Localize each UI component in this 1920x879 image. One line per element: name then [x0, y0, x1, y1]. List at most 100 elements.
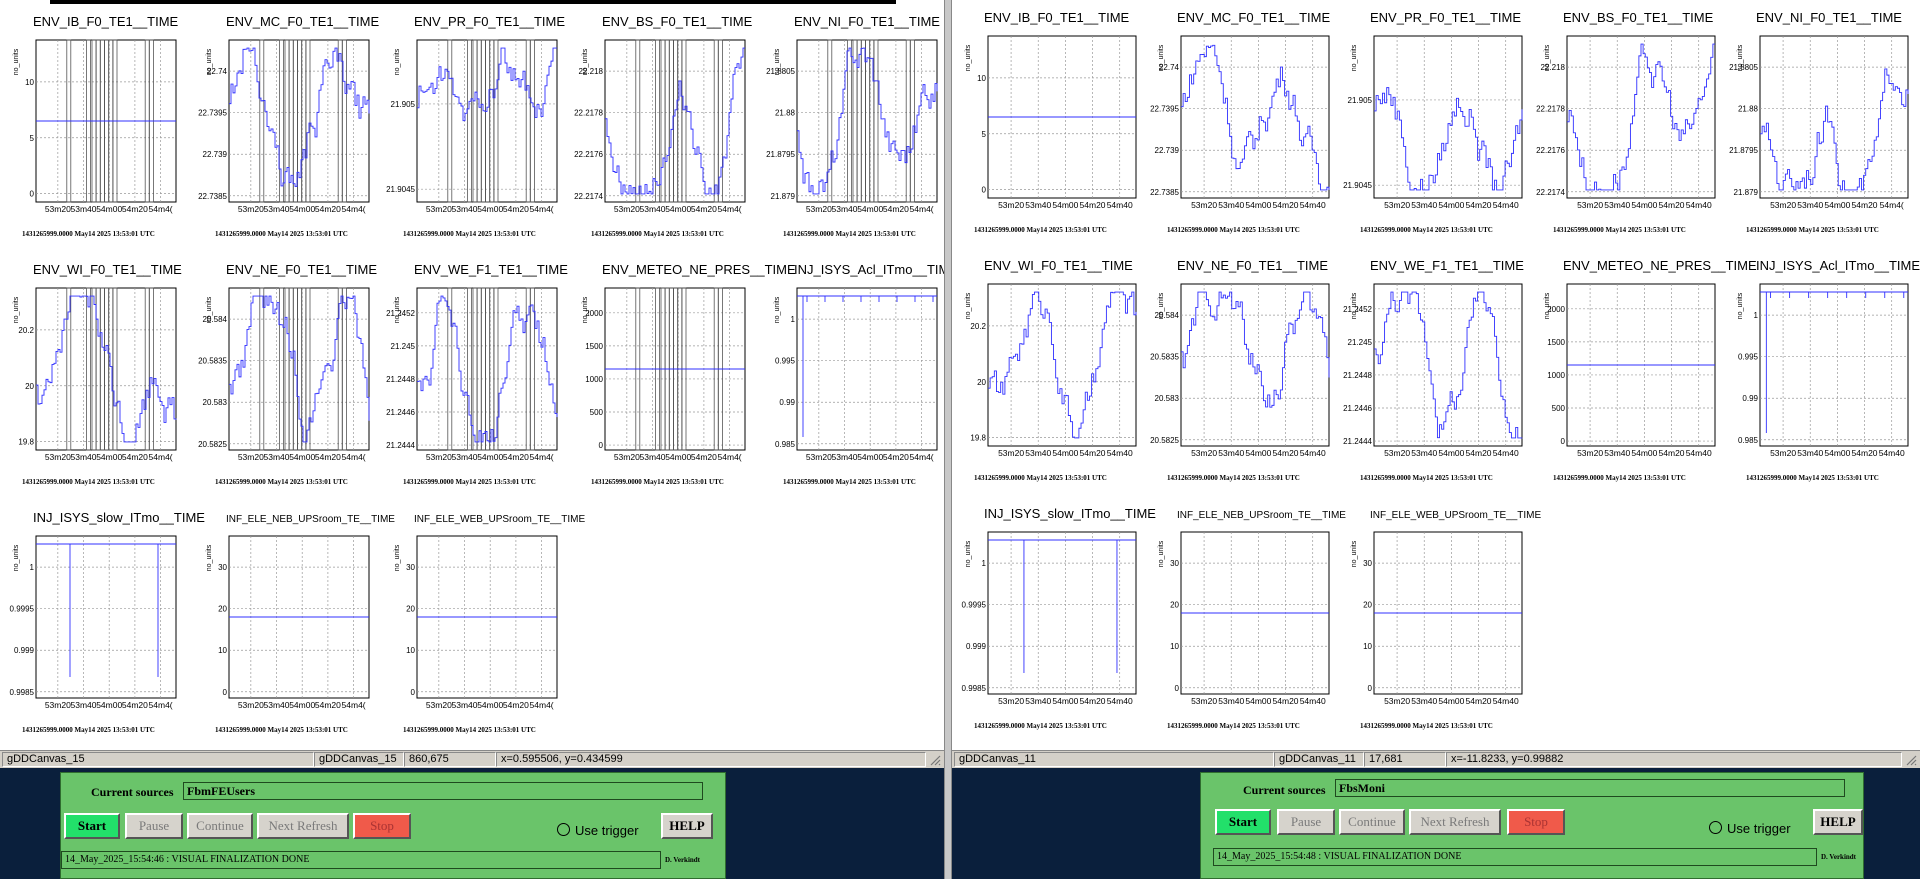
author-credit: D. Verkindt: [1821, 853, 1857, 861]
y-tick-label: 0.9985: [10, 688, 35, 697]
x-tick-label: 53m40: [1604, 200, 1630, 210]
y-tick-label: 20.5835: [1150, 353, 1179, 362]
plot-panel[interactable]: ENV_MC_F0_TE1__TIMEno_units22.738522.739…: [198, 14, 379, 238]
control-panel-right: Current sources FbsMoni Start Pause Cont…: [1200, 772, 1864, 879]
plot-canvas-left[interactable]: ENV_IB_F0_TE1__TIMEno_units051053m20 53m4…: [0, 0, 944, 750]
plot-title: INF_ELE_NEB_UPSroom_TE__TIME: [226, 514, 395, 525]
x-tick-label: 53m20: [426, 452, 452, 462]
plot-frame: [35, 287, 177, 451]
use-trigger-option[interactable]: Use trigger: [1709, 821, 1791, 836]
x-tick-label: 53m40: [1411, 448, 1437, 458]
help-button[interactable]: HELP: [661, 813, 713, 839]
plot-panel[interactable]: ENV_WE_F1_TE1__TIMEno_units21.244421.244…: [386, 262, 568, 486]
x-tick-label: 53m40: [1025, 200, 1051, 210]
plot-panel[interactable]: ENV_NI_F0_TE1__TIMEno_units21.87921.8795…: [766, 14, 940, 238]
pause-button[interactable]: Pause: [125, 813, 183, 839]
plot-panel[interactable]: ENV_METEO_NE_PRES__TIME no_units 0 500 1000 1…: [1544, 258, 1757, 482]
current-sources-field[interactable]: FbsMoni: [1335, 779, 1845, 797]
plot-panel[interactable]: INF_ELE_WEB_UPSroom_TE__TIME no_units 0 10 2…: [1351, 510, 1541, 730]
plot-panel[interactable]: INF_ELE_NEB_UPSroom_TE__TIME no_units 0 10 2…: [1158, 510, 1346, 730]
status-canvas-name-2: gDDCanvas_15: [314, 752, 404, 767]
use-trigger-option[interactable]: Use trigger: [557, 823, 639, 838]
timestamp-label: 1431265999.0000 May14 2025 13:53:01 UTC: [974, 474, 1107, 482]
plot-panel[interactable]: ENV_METEO_NE_PRES__TIME no_units 0 500 1000 1…: [582, 262, 796, 486]
plot-panel[interactable]: INJ_ISYS_Acl_ITmo__TIME no_units 0.985 0.99…: [774, 262, 944, 486]
x-tick-label: 53m40: [640, 452, 666, 462]
plot-panel[interactable]: ENV_NE_F0_TE1__TIMEno_units20.582520.583…: [198, 262, 377, 486]
plot-panel[interactable]: ENV_IB_F0_TE1__TIME no_units 0 5 10 53m20 53m4…: [13, 14, 179, 238]
x-tick-label: 54m00: [1052, 200, 1078, 210]
resize-grip-icon[interactable]: [1905, 754, 1917, 766]
x-tick-label: 54m4(: [530, 700, 554, 710]
plot-panel[interactable]: INF_ELE_WEB_UPSroom_TE__TIME no_units 0 10 2…: [394, 514, 585, 734]
timestamp-label: 1431265999.0000 May14 2025 13:53:01 UTC: [591, 478, 724, 486]
radio-icon[interactable]: [557, 823, 570, 836]
timestamp-label: 1431265999.0000 May14 2025 13:53:01 UTC: [783, 230, 916, 238]
plot-panel[interactable]: ENV_WI_F0_TE1__TIME no_units 19.8 20 20.2 53m…: [965, 258, 1137, 482]
x-tick-label: 54m4(: [342, 700, 366, 710]
pause-button[interactable]: Pause: [1277, 809, 1335, 835]
y-tick-label: 1: [791, 315, 796, 324]
y-tick-label: 21.8795: [766, 150, 795, 159]
plot-panel[interactable]: ENV_WI_F0_TE1__TIME no_units 19.8 20 20.2 53m…: [13, 262, 182, 486]
plot-panel[interactable]: ENV_WE_F1_TE1__TIMEno_units21.244421.244…: [1343, 258, 1524, 482]
x-tick-label: 54m40: [1686, 200, 1712, 210]
y-tick-label: 0.9995: [10, 605, 35, 614]
current-sources-field[interactable]: FbmFEUsers: [183, 782, 703, 800]
x-tick-label: 53m40: [264, 204, 290, 214]
plot-frame: [1373, 35, 1523, 199]
plot-panel[interactable]: ENV_PR_F0_TE1__TIME no_units 21.9045 21.905…: [1343, 10, 1523, 234]
next-refresh-button[interactable]: Next Refresh: [257, 813, 349, 839]
x-tick-label: 53m20: [1384, 696, 1410, 706]
x-tick-label: 53m40: [1797, 200, 1823, 210]
radio-icon[interactable]: [1709, 821, 1722, 834]
plot-panel[interactable]: INJ_ISYS_slow_ITmo__TIME no_units 0.9985 0.…: [10, 510, 206, 734]
plot-panel[interactable]: ENV_NE_F0_TE1__TIMEno_units20.582520.583…: [1150, 258, 1330, 482]
y-tick-label: 21.2446: [386, 408, 415, 417]
plot-panel[interactable]: ENV_BS_F0_TE1__TIMEno_units22.217422.217…: [574, 14, 753, 238]
y-axis-unit-label: no_units: [774, 296, 781, 323]
plot-title: ENV_MC_F0_TE1__TIME: [226, 14, 379, 29]
plot-title: ENV_NE_F0_TE1__TIME: [1177, 258, 1328, 273]
canvas-pane-right[interactable]: ENV_IB_F0_TE1__TIME no_units 0 5 10 53m20 53m4…: [952, 0, 1920, 750]
plot-panel[interactable]: INF_ELE_NEB_UPSroom_TE__TIME no_units 0 10 2…: [206, 514, 395, 734]
canvas-pane-left[interactable]: ENV_IB_F0_TE1__TIME no_units 0 5 10 53m20 53m4…: [0, 0, 944, 750]
plot-panel[interactable]: ENV_MC_F0_TE1__TIMEno_units22.738522.739…: [1150, 10, 1330, 234]
continue-button[interactable]: Continue: [187, 813, 253, 839]
resize-grip-icon[interactable]: [929, 754, 941, 766]
start-button[interactable]: Start: [64, 813, 120, 839]
x-tick-label: 54m4(: [530, 452, 554, 462]
plot-panel[interactable]: INJ_ISYS_Acl_ITmo__TIME no_units 0.985 0.99…: [1737, 258, 1920, 482]
stop-button[interactable]: Stop: [1507, 809, 1565, 835]
y-tick-label: 30: [218, 563, 227, 572]
start-button[interactable]: Start: [1215, 809, 1271, 835]
plot-title: ENV_BS_F0_TE1__TIME: [1563, 10, 1714, 25]
y-axis-unit-label: no_units: [1351, 540, 1358, 567]
x-tick-label: 54m00: [289, 204, 315, 214]
y-tick-label: 22.739: [203, 150, 228, 159]
y-tick-label: 21.2448: [386, 375, 415, 384]
plot-panel[interactable]: ENV_NI_F0_TE1__TIMEno_units21.87921.8795…: [1729, 10, 1909, 234]
x-tick-label: 54m00: [1245, 448, 1271, 458]
plot-panel[interactable]: ENV_BS_F0_TE1__TIMEno_units22.217422.217…: [1536, 10, 1716, 234]
help-button[interactable]: HELP: [1813, 809, 1863, 835]
status-pixel: 17,681: [1364, 752, 1446, 767]
plot-panel[interactable]: ENV_IB_F0_TE1__TIME no_units 0 5 10 53m20 53m4…: [965, 10, 1137, 234]
next-refresh-button[interactable]: Next Refresh: [1409, 809, 1501, 835]
x-tick-label: 54m20: [1659, 200, 1685, 210]
y-tick-label: 21.2448: [1343, 371, 1372, 380]
stop-button[interactable]: Stop: [353, 813, 411, 839]
x-tick-label: 54m00: [665, 204, 691, 214]
x-tick-label: 53m40: [1411, 696, 1437, 706]
pane-divider[interactable]: [944, 0, 952, 879]
use-trigger-label: Use trigger: [575, 823, 639, 838]
plot-canvas-right[interactable]: ENV_IB_F0_TE1__TIMEno_units051053m20 53m4…: [952, 0, 1920, 750]
timestamp-label: 1431265999.0000 May14 2025 13:53:01 UTC: [1553, 226, 1686, 234]
x-tick-label: 54m00: [289, 452, 315, 462]
x-tick-label: 54m20: [883, 204, 909, 214]
continue-button[interactable]: Continue: [1339, 809, 1405, 835]
plot-panel[interactable]: INJ_ISYS_slow_ITmo__TIME no_units 0.9985 0.…: [962, 506, 1157, 730]
x-tick-label: 54m20: [122, 452, 148, 462]
y-tick-label: 0: [411, 688, 416, 697]
plot-panel[interactable]: ENV_PR_F0_TE1__TIME no_units 21.9045 21.905…: [386, 14, 565, 238]
